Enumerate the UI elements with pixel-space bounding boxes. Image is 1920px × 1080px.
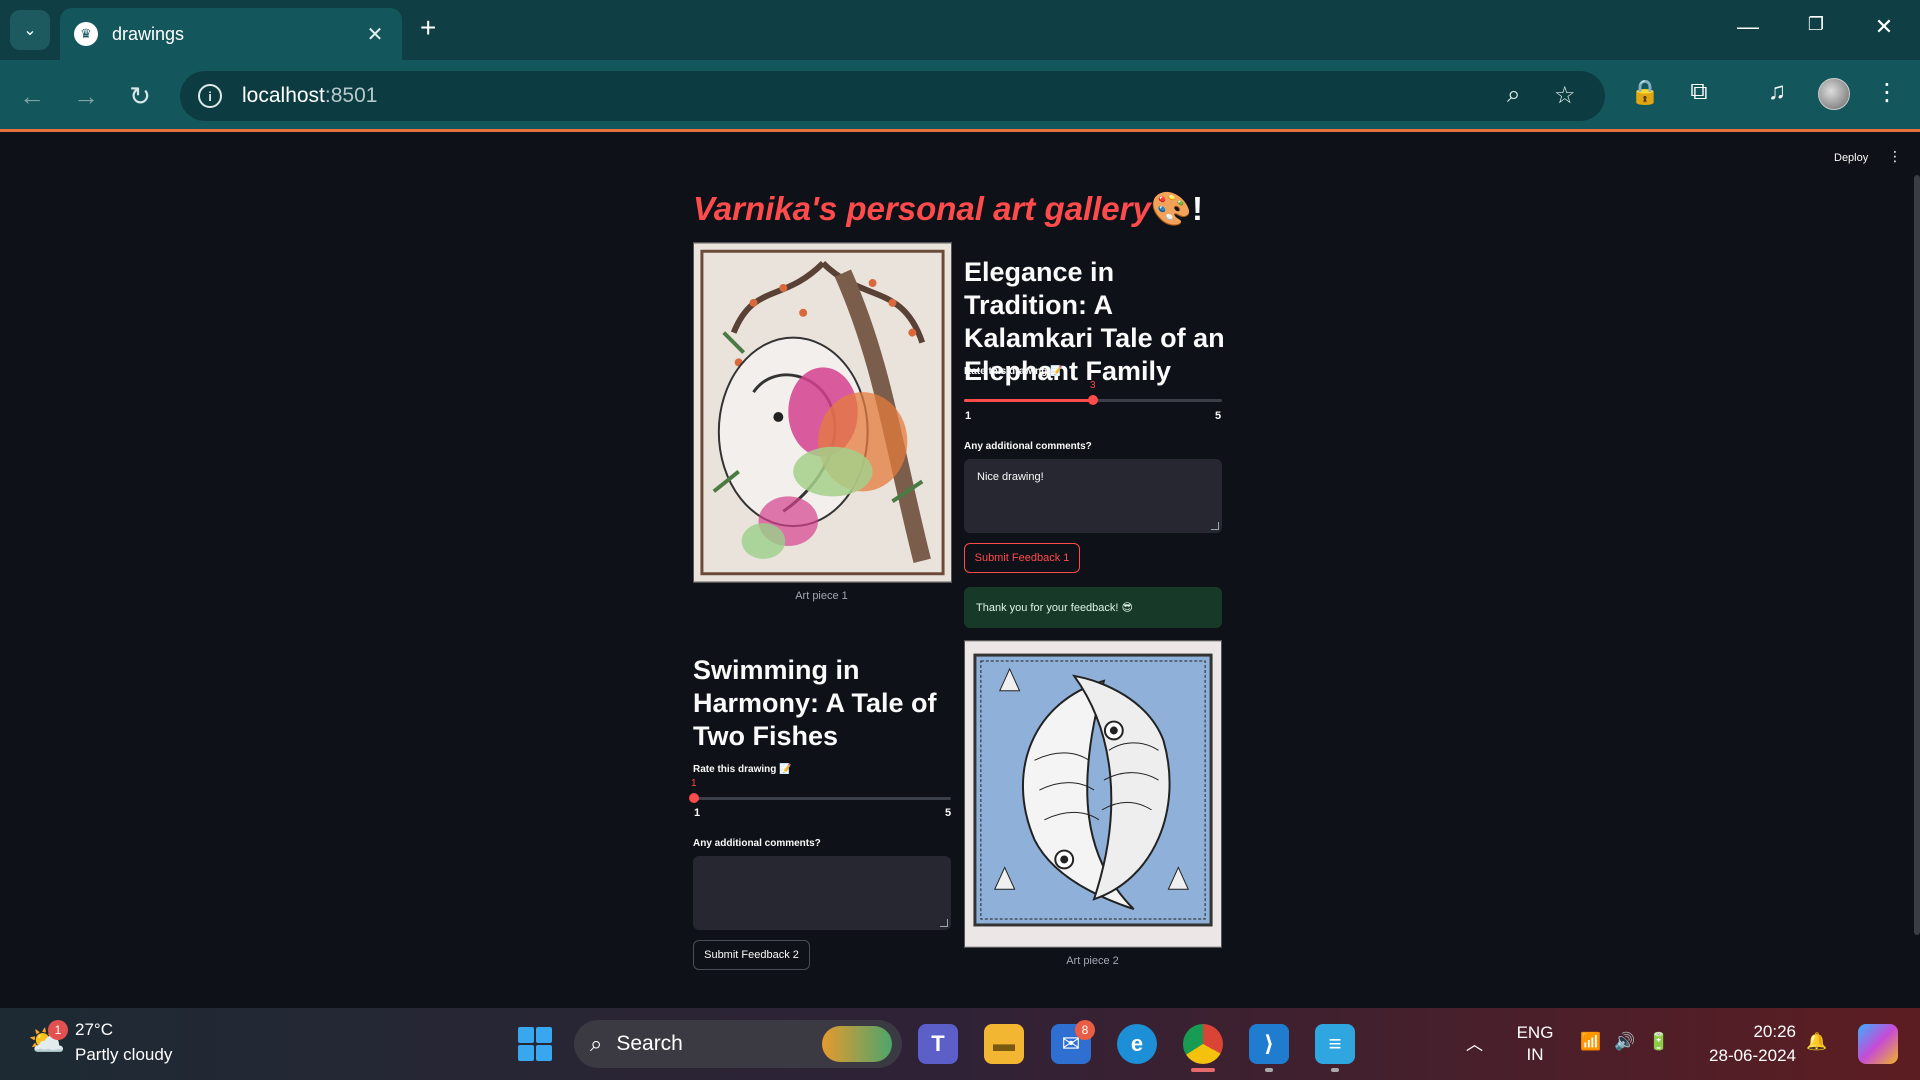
- forward-icon[interactable]: →: [68, 78, 104, 114]
- comments-label-2: Any additional comments?: [693, 838, 821, 849]
- comments-label-1: Any additional comments?: [964, 441, 1092, 452]
- art-piece-2-caption: Art piece 2: [1066, 955, 1119, 967]
- close-window-icon[interactable]: ✕: [1864, 14, 1904, 40]
- back-icon[interactable]: ←: [14, 78, 50, 114]
- tab-title: drawings: [112, 23, 185, 44]
- clock[interactable]: 20:26 28-06-2024: [1696, 1020, 1796, 1068]
- weather-badge: 1: [48, 1020, 68, 1040]
- app-menu-icon[interactable]: ⋮: [1888, 148, 1902, 165]
- rating-slider-2-value: 1: [691, 778, 697, 789]
- art-piece-2-image: [964, 640, 1222, 948]
- art-piece-1-caption: Art piece 1: [795, 590, 848, 602]
- lock-extension-icon[interactable]: 🔒: [1628, 78, 1662, 107]
- language-indicator[interactable]: ENG IN: [1510, 1022, 1560, 1066]
- page-title: Varnika's personal art gallery🎨!: [693, 190, 1203, 227]
- comments-textarea-1[interactable]: Nice drawing!: [964, 459, 1222, 533]
- taskbar-search-box[interactable]: ⌕ Search: [574, 1020, 902, 1068]
- app-page: [0, 135, 1920, 1007]
- rating-slider-2-thumb[interactable]: [689, 793, 699, 803]
- zoom-icon[interactable]: ⌕: [1507, 81, 1520, 109]
- art-piece-2-heading: Swimming in Harmony: A Tale of Two Fishe…: [693, 655, 937, 751]
- notification-bell-icon[interactable]: 🔔: [1806, 1032, 1827, 1052]
- feedback-success-alert: Thank you for your feedback! 😎: [964, 587, 1222, 628]
- windows-start-icon[interactable]: [518, 1027, 552, 1061]
- rate-label-1: Rate this drawing 📝: [964, 366, 1063, 377]
- weather-condition[interactable]: Partly cloudy: [75, 1045, 172, 1065]
- taskbar-search-placeholder: Search: [616, 1032, 683, 1055]
- submit-feedback-2-button[interactable]: Submit Feedback 2: [693, 940, 810, 970]
- notepad-running-indicator: [1331, 1068, 1339, 1072]
- comments-textarea-1-value: Nice drawing!: [977, 471, 1044, 483]
- rating-slider-1-value: 3: [1090, 380, 1096, 391]
- comments-textarea-2[interactable]: [693, 856, 951, 930]
- minimize-icon[interactable]: —: [1728, 14, 1768, 40]
- tab-close-icon[interactable]: ✕: [362, 22, 388, 47]
- page-scrollbar[interactable]: [1914, 175, 1920, 935]
- rating-slider-1-min: 1: [965, 410, 972, 422]
- bookmark-star-icon[interactable]: ☆: [1554, 81, 1576, 110]
- edge-icon[interactable]: e: [1117, 1024, 1157, 1064]
- chrome-icon[interactable]: [1183, 1024, 1223, 1064]
- browser-tab-bar: ⌄ ♛ drawings ✕ + — ❐ ✕: [0, 0, 1920, 60]
- streamlit-favicon-icon: ♛: [74, 22, 98, 46]
- art-piece-1-image: [693, 242, 952, 583]
- resize-handle-icon[interactable]: [1211, 522, 1219, 530]
- volume-icon[interactable]: 🔊: [1614, 1032, 1635, 1052]
- rating-slider-1-fill: [964, 399, 1093, 402]
- rating-slider-2-track[interactable]: [693, 797, 951, 800]
- tab-search-dropdown-icon[interactable]: ⌄: [10, 10, 50, 50]
- file-explorer-icon[interactable]: ▬: [984, 1024, 1024, 1064]
- rating-slider-1-max: 5: [1215, 410, 1222, 422]
- chrome-active-indicator: [1191, 1068, 1215, 1072]
- reload-icon[interactable]: ↻: [122, 78, 158, 114]
- media-controls-icon[interactable]: ♫: [1760, 78, 1794, 106]
- rate-label-2: Rate this drawing 📝: [693, 764, 792, 775]
- vscode-running-indicator: [1265, 1068, 1273, 1072]
- memo-icon: 📝: [1050, 366, 1063, 377]
- search-highlight-image: [822, 1026, 892, 1062]
- battery-icon[interactable]: 🔋: [1648, 1032, 1669, 1052]
- show-hidden-icons[interactable]: ︿: [1466, 1030, 1483, 1055]
- site-info-icon[interactable]: i: [198, 84, 222, 108]
- wifi-icon[interactable]: 📶: [1580, 1032, 1601, 1052]
- address-url: localhost:8501: [242, 84, 378, 107]
- chrome-menu-icon[interactable]: ⋮: [1870, 78, 1904, 107]
- palette-icon: 🎨: [1150, 190, 1192, 227]
- copilot-icon[interactable]: [1858, 1024, 1898, 1064]
- memo-icon: 📝: [779, 764, 792, 775]
- rating-slider-2-min: 1: [694, 807, 701, 819]
- mail-badge: 8: [1075, 1020, 1095, 1040]
- profile-avatar[interactable]: [1818, 78, 1850, 110]
- teams-icon[interactable]: T: [918, 1024, 958, 1064]
- weather-temperature[interactable]: 27°C: [75, 1020, 113, 1040]
- search-icon: ⌕: [590, 1031, 603, 1056]
- deploy-button[interactable]: Deploy: [1834, 152, 1868, 164]
- browser-tab[interactable]: ♛ drawings ✕: [60, 8, 402, 60]
- rating-slider-1-thumb[interactable]: [1088, 395, 1098, 405]
- address-bar[interactable]: i localhost:8501 ⌕ ☆: [180, 71, 1605, 121]
- vscode-icon[interactable]: ⟩: [1249, 1024, 1289, 1064]
- extensions-icon[interactable]: ⧉: [1682, 78, 1716, 106]
- resize-handle-icon[interactable]: [940, 919, 948, 927]
- restore-icon[interactable]: ❐: [1796, 14, 1836, 35]
- notepad-icon[interactable]: ≡: [1315, 1024, 1355, 1064]
- rating-slider-2-max: 5: [945, 807, 952, 819]
- submit-feedback-1-button[interactable]: Submit Feedback 1: [964, 543, 1080, 573]
- new-tab-icon[interactable]: +: [420, 14, 436, 42]
